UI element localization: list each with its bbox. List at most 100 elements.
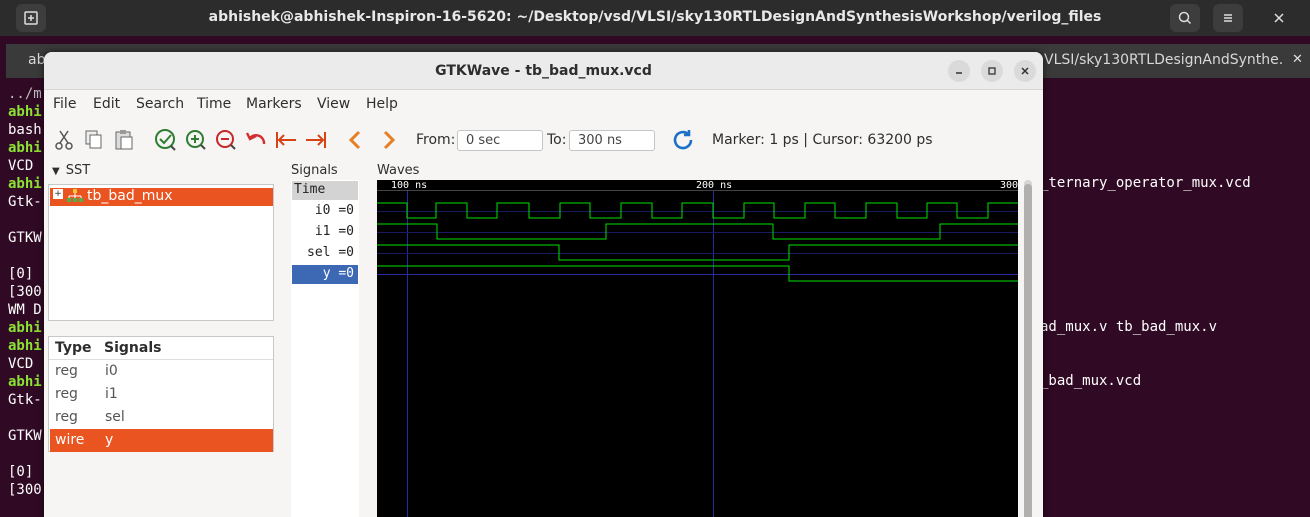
copy-icon[interactable] bbox=[82, 128, 106, 152]
time-label: 200 ns bbox=[696, 180, 732, 191]
cut-icon[interactable] bbox=[52, 128, 76, 152]
terminal-line: abhi bbox=[8, 320, 42, 336]
terminal-output-line: _bad_mux.vcd bbox=[1040, 373, 1142, 389]
menu-search[interactable]: Search bbox=[136, 96, 184, 112]
waves-pane[interactable]: 100 ns 200 ns 300 bbox=[377, 180, 1018, 517]
signal-type-list: Type Signals reg i0 reg i1 reg sel wire … bbox=[48, 336, 274, 452]
waveform-canvas[interactable]: 100 ns 200 ns 300 bbox=[377, 180, 1018, 517]
gtkwave-window: GTKWave - tb_bad_mux.vcd File Edit Searc… bbox=[44, 52, 1043, 517]
terminal-line: [0] bbox=[8, 464, 34, 480]
signal-type: reg bbox=[55, 386, 78, 402]
maximize-button[interactable] bbox=[981, 60, 1003, 82]
menu-view[interactable]: View bbox=[317, 96, 350, 112]
reload-icon[interactable] bbox=[671, 128, 695, 152]
menu-markers[interactable]: Markers bbox=[246, 96, 302, 112]
terminal-title: abhishek@abhishek-Inspiron-16-5620: ~/De… bbox=[208, 9, 1102, 25]
signals-pane-label: Signals bbox=[291, 163, 338, 178]
signal-entry[interactable]: sel =0 bbox=[292, 244, 358, 263]
paste-icon[interactable] bbox=[112, 128, 136, 152]
signal-type: wire bbox=[55, 432, 85, 448]
terminal-line: WM D bbox=[8, 302, 42, 318]
signal-list-row[interactable]: reg i0 bbox=[50, 360, 273, 383]
zoom-to-end-icon[interactable] bbox=[304, 128, 328, 152]
terminal-line: [300 bbox=[8, 284, 42, 300]
terminal-line: bash bbox=[8, 122, 42, 138]
search-icon[interactable] bbox=[1170, 4, 1200, 32]
sst-label[interactable]: ▼ SST bbox=[52, 163, 90, 178]
to-label: To: bbox=[547, 132, 567, 148]
scrollbar-thumb[interactable] bbox=[1024, 184, 1032, 517]
terminal-line: VCD bbox=[8, 356, 34, 372]
terminal-line: [0] bbox=[8, 266, 34, 282]
terminal-line: abhi bbox=[8, 374, 42, 390]
signals-column-header[interactable]: Signals bbox=[104, 340, 161, 356]
waves-pane-label: Waves bbox=[377, 163, 420, 178]
menubar: File Edit Search Time Markers View Help bbox=[44, 91, 1043, 117]
terminal-line: [300 bbox=[8, 482, 42, 498]
menu-time[interactable]: Time bbox=[197, 96, 231, 112]
module-name: tb_bad_mux bbox=[87, 188, 173, 204]
signal-type: reg bbox=[55, 409, 78, 425]
zoom-out-icon[interactable] bbox=[214, 128, 238, 152]
signal-name: y bbox=[105, 432, 114, 448]
signal-name: i0 bbox=[105, 363, 118, 379]
sst-title: SST bbox=[65, 163, 91, 178]
terminal-output-line: ad_mux.v tb_bad_mux.v bbox=[1040, 319, 1218, 335]
next-edge-icon[interactable] bbox=[376, 128, 400, 152]
menu-help[interactable]: Help bbox=[366, 96, 398, 112]
waveform-background bbox=[377, 180, 1018, 517]
zoom-in-icon[interactable] bbox=[184, 128, 208, 152]
collapse-triangle-icon[interactable]: ▼ bbox=[52, 166, 60, 177]
close-button[interactable] bbox=[1014, 60, 1036, 82]
terminal-tab-right[interactable]: VLSI/sky130RTLDesignAndSynthe... bbox=[1044, 52, 1284, 68]
toolbar: From: To: Marker: 1 ps | Cursor: 63200 p… bbox=[44, 120, 1043, 158]
terminal-line: abhi bbox=[8, 140, 42, 156]
from-input[interactable] bbox=[457, 130, 543, 151]
undo-zoom-icon[interactable] bbox=[244, 128, 268, 152]
signal-list-row[interactable]: wire y bbox=[50, 429, 273, 452]
marker-cursor-readout: Marker: 1 ps | Cursor: 63200 ps bbox=[712, 132, 933, 148]
menu-edit[interactable]: Edit bbox=[93, 96, 120, 112]
terminal-line: GTKW bbox=[8, 230, 42, 246]
minimize-button[interactable] bbox=[948, 60, 970, 82]
sst-tree-item[interactable]: + tb_bad_mux bbox=[50, 188, 273, 206]
previous-edge-icon[interactable] bbox=[344, 128, 368, 152]
terminal-line: GTKW bbox=[8, 428, 42, 444]
time-header: Time bbox=[292, 181, 358, 200]
waves-vertical-scrollbar[interactable] bbox=[1024, 180, 1032, 517]
gtkwave-titlebar[interactable]: GTKWave - tb_bad_mux.vcd bbox=[44, 52, 1043, 90]
signal-list-row[interactable]: reg i1 bbox=[50, 383, 273, 406]
terminal-output-line: _ternary_operator_mux.vcd bbox=[1040, 175, 1251, 191]
expand-icon[interactable]: + bbox=[53, 189, 63, 199]
sst-tree: + tb_bad_mux bbox=[48, 184, 274, 321]
close-tab-icon[interactable]: ✕ bbox=[1292, 52, 1303, 67]
time-label: 100 ns bbox=[391, 180, 427, 191]
signal-entry[interactable]: i1 =0 bbox=[292, 223, 358, 242]
terminal-line: Gtk- bbox=[8, 194, 42, 210]
signal-type: reg bbox=[55, 363, 78, 379]
module-tree-icon bbox=[67, 189, 83, 207]
terminal-line: Gtk- bbox=[8, 392, 42, 408]
signal-name: sel bbox=[105, 409, 125, 425]
type-column-header[interactable]: Type bbox=[55, 340, 92, 356]
from-label: From: bbox=[416, 132, 456, 148]
window-title: GTKWave - tb_bad_mux.vcd bbox=[435, 63, 652, 79]
hamburger-menu-icon[interactable] bbox=[1213, 4, 1243, 32]
signal-list-row[interactable]: reg sel bbox=[50, 406, 273, 429]
terminal-line: VCD bbox=[8, 158, 34, 174]
terminal-line: ../m bbox=[8, 86, 42, 102]
menu-file[interactable]: File bbox=[53, 96, 76, 112]
time-label: 300 bbox=[1000, 180, 1018, 191]
signal-name: i1 bbox=[105, 386, 118, 402]
signals-pane: Time i0 =0 i1 =0 sel =0 y =0 bbox=[291, 180, 359, 517]
zoom-to-start-icon[interactable] bbox=[274, 128, 298, 152]
terminal-titlebar: abhishek@abhishek-Inspiron-16-5620: ~/De… bbox=[0, 0, 1310, 36]
terminal-line: abhi bbox=[8, 338, 42, 354]
signal-entry[interactable]: i0 =0 bbox=[292, 202, 358, 221]
signal-entry[interactable]: y =0 bbox=[292, 265, 358, 284]
to-input[interactable] bbox=[569, 130, 655, 151]
close-icon[interactable] bbox=[1264, 4, 1294, 32]
terminal-line: abhi bbox=[8, 176, 42, 192]
terminal-line: abhi bbox=[8, 104, 42, 120]
zoom-fit-icon[interactable] bbox=[154, 128, 178, 152]
